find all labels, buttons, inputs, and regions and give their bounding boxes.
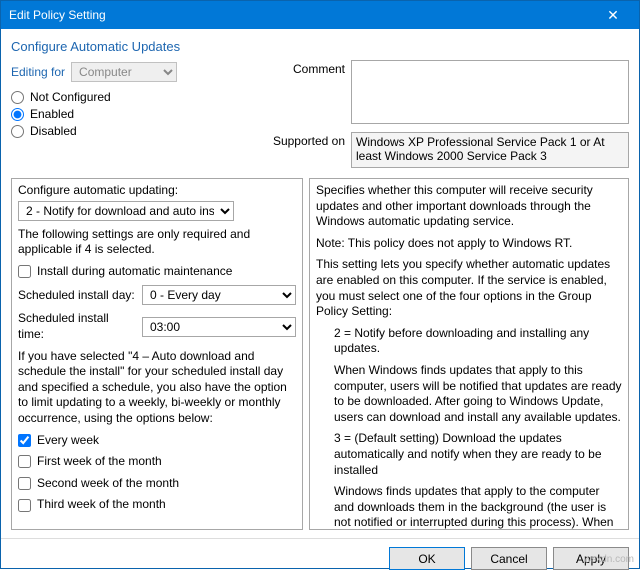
chk-second-week-input[interactable]	[18, 477, 31, 490]
radio-enabled-input[interactable]	[11, 108, 24, 121]
chk-second-week[interactable]: Second week of the month	[18, 476, 296, 492]
comment-row: Comment	[269, 60, 629, 124]
chk-maintenance[interactable]: Install during automatic maintenance	[18, 264, 296, 280]
help-p5: When Windows finds updates that apply to…	[316, 363, 622, 425]
chk-every-week-input[interactable]	[18, 434, 31, 447]
help-p6: 3 = (Default setting) Download the updat…	[316, 431, 622, 478]
chk-every-week[interactable]: Every week	[18, 433, 296, 449]
heading: Configure Automatic Updates	[11, 39, 629, 54]
editing-for-row: Editing for Computer	[11, 62, 257, 82]
supported-text: Windows XP Professional Service Pack 1 o…	[351, 132, 629, 168]
time-select[interactable]: 03:00	[142, 317, 296, 337]
top-right: Comment Supported on Windows XP Professi…	[269, 60, 629, 168]
button-bar: OK Cancel Apply	[1, 538, 639, 576]
options-pane[interactable]: Configure automatic updating: 2 - Notify…	[11, 178, 303, 530]
day-label: Scheduled install day:	[18, 288, 136, 304]
editing-for-label: Editing for	[11, 65, 65, 79]
window-title: Edit Policy Setting	[9, 8, 593, 22]
chk-first-week[interactable]: First week of the month	[18, 454, 296, 470]
chk-third-week-input[interactable]	[18, 499, 31, 512]
panes: Configure automatic updating: 2 - Notify…	[11, 178, 629, 530]
day-row: Scheduled install day: 0 - Every day	[18, 285, 296, 305]
day-select[interactable]: 0 - Every day	[142, 285, 296, 305]
radio-not-configured[interactable]: Not Configured	[11, 90, 257, 104]
comment-textarea[interactable]	[351, 60, 629, 124]
help-p1: Specifies whether this computer will rec…	[316, 183, 622, 230]
close-icon[interactable]: ✕	[593, 4, 633, 26]
supported-row: Supported on Windows XP Professional Ser…	[269, 132, 629, 168]
time-label: Scheduled install time:	[18, 311, 136, 342]
cancel-button[interactable]: Cancel	[471, 547, 547, 570]
note-4: The following settings are only required…	[18, 227, 296, 258]
radio-enabled[interactable]: Enabled	[11, 107, 257, 121]
radio-not-configured-label: Not Configured	[30, 90, 111, 104]
top-left: Editing for Computer Not Configured Enab…	[11, 60, 257, 168]
time-row: Scheduled install time: 03:00	[18, 311, 296, 342]
chk-every-week-label: Every week	[37, 433, 99, 449]
chk-first-week-label: First week of the month	[37, 454, 162, 470]
cau-label: Configure automatic updating:	[18, 183, 296, 199]
radio-disabled-label: Disabled	[30, 124, 77, 138]
titlebar: Edit Policy Setting ✕	[1, 1, 639, 29]
help-p3: This setting lets you specify whether au…	[316, 257, 622, 319]
state-radios: Not Configured Enabled Disabled	[11, 90, 257, 138]
help-p4: 2 = Notify before downloading and instal…	[316, 326, 622, 357]
radio-disabled[interactable]: Disabled	[11, 124, 257, 138]
help-p7: Windows finds updates that apply to the …	[316, 484, 622, 530]
watermark: wsxdn.com	[584, 554, 634, 565]
chk-third-week[interactable]: Third week of the month	[18, 497, 296, 513]
editing-for-select: Computer	[71, 62, 177, 82]
radio-enabled-label: Enabled	[30, 107, 74, 121]
chk-maintenance-input[interactable]	[18, 265, 31, 278]
radio-not-configured-input[interactable]	[11, 91, 24, 104]
help-p2: Note: This policy does not apply to Wind…	[316, 236, 622, 252]
help-pane[interactable]: Specifies whether this computer will rec…	[309, 178, 629, 530]
occurrence-note: If you have selected "4 – Auto download …	[18, 349, 296, 427]
comment-label: Comment	[269, 60, 351, 76]
chk-first-week-input[interactable]	[18, 455, 31, 468]
cau-select[interactable]: 2 - Notify for download and auto install	[18, 201, 234, 221]
radio-disabled-input[interactable]	[11, 125, 24, 138]
dialog-content: Configure Automatic Updates Editing for …	[1, 29, 639, 538]
chk-third-week-label: Third week of the month	[37, 497, 166, 513]
chk-maintenance-label: Install during automatic maintenance	[37, 264, 232, 280]
ok-button[interactable]: OK	[389, 547, 465, 570]
chk-second-week-label: Second week of the month	[37, 476, 179, 492]
top-grid: Editing for Computer Not Configured Enab…	[11, 60, 629, 168]
supported-label: Supported on	[269, 132, 351, 148]
